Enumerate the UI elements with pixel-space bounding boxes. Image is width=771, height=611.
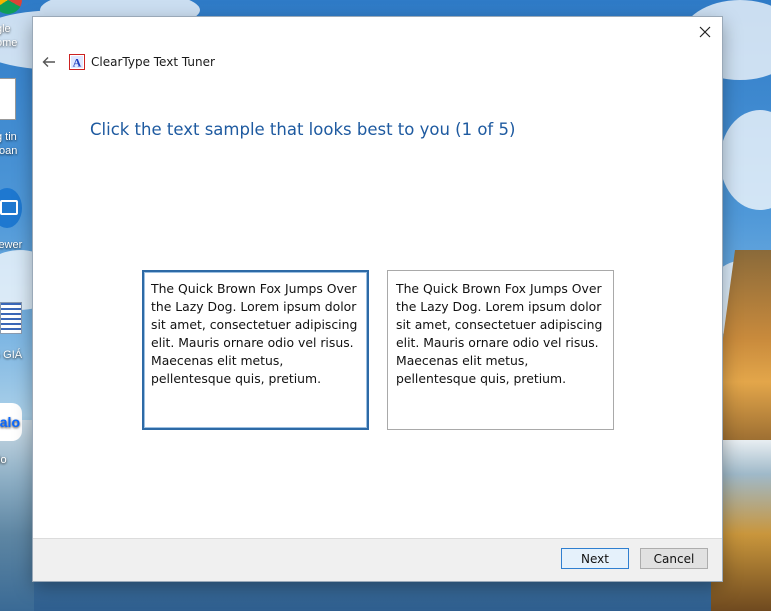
back-arrow-icon [42, 57, 55, 67]
desktop-icon-spreadsheet[interactable]: 5 GIÁ [0, 302, 34, 364]
spreadsheet-icon [0, 302, 22, 334]
cleartype-dialog: A ClearType Text Tuner Click the text sa… [33, 17, 722, 581]
dialog-header: A ClearType Text Tuner [33, 47, 722, 77]
back-button[interactable] [39, 52, 59, 72]
desktop-icon-document[interactable]: g tin toan [0, 78, 34, 162]
close-icon [699, 26, 711, 38]
cancel-button[interactable]: Cancel [640, 548, 708, 569]
cleartype-icon: A [69, 54, 85, 70]
text-sample-2-text: The Quick Brown Fox Jumps Over the Lazy … [396, 281, 603, 386]
desktop-icon-teamviewer[interactable]: iewer [0, 188, 34, 254]
teamviewer-icon [0, 188, 22, 228]
svg-text:A: A [73, 56, 82, 70]
chrome-icon [0, 0, 22, 14]
page-heading: Click the text sample that looks best to… [90, 120, 516, 139]
text-sample-1[interactable]: The Quick Brown Fox Jumps Over the Lazy … [142, 270, 369, 430]
document-icon [0, 78, 16, 120]
next-button[interactable]: Next [561, 548, 629, 569]
zalo-icon: alo [0, 403, 22, 441]
close-button[interactable] [694, 23, 716, 41]
text-sample-2[interactable]: The Quick Brown Fox Jumps Over the Lazy … [387, 270, 614, 430]
dialog-footer: Next Cancel [33, 538, 722, 581]
desktop-icon-zalo[interactable]: alo lo [0, 403, 34, 469]
desktop-icon-chrome[interactable]: gle ome [0, 0, 34, 56]
dialog-title: ClearType Text Tuner [91, 55, 215, 69]
text-sample-1-text: The Quick Brown Fox Jumps Over the Lazy … [151, 281, 358, 386]
